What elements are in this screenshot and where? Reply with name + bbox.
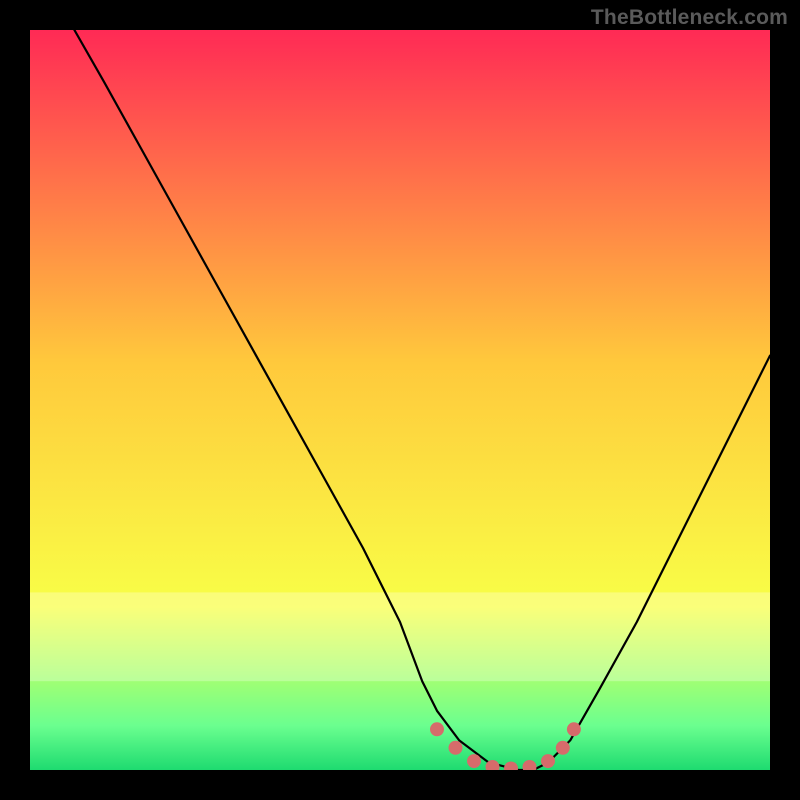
chart-svg [30,30,770,770]
marker-dot [541,754,555,768]
marker-dot [467,754,481,768]
marker-dot [567,722,581,736]
plot-area [30,30,770,770]
pale-band [30,592,770,681]
marker-dot [430,722,444,736]
watermark-text: TheBottleneck.com [591,6,788,30]
marker-dot [556,741,570,755]
chart-container: TheBottleneck.com [0,0,800,800]
marker-dot [449,741,463,755]
